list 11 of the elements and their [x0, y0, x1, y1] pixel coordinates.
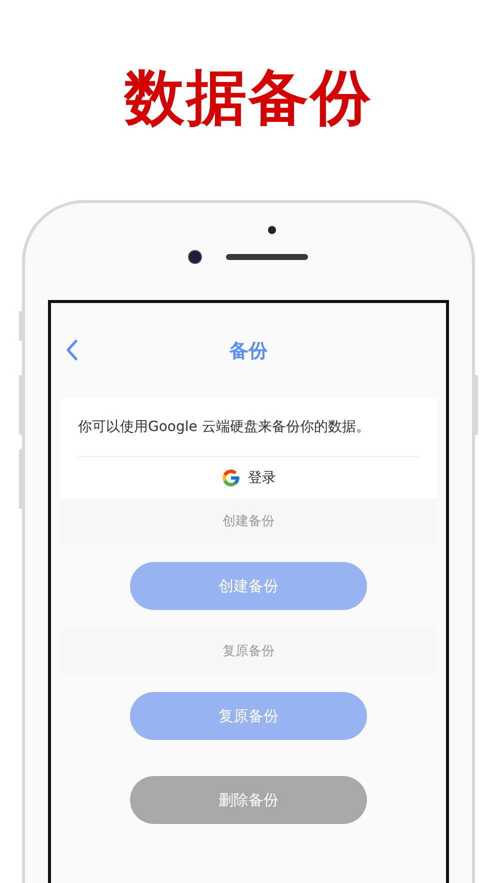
sensor-icon [268, 226, 276, 234]
section-label: 复原备份 [222, 643, 274, 660]
speaker-icon [226, 254, 308, 260]
headline: 数据备份 [122, 62, 374, 135]
google-icon [221, 468, 241, 488]
chevron-left-icon [65, 339, 79, 361]
screen-title: 备份 [230, 338, 268, 364]
google-login-button[interactable]: 登录 [78, 457, 419, 498]
backup-message: 你可以使用Google 云端硬盘来备份你的数据。 [78, 418, 371, 437]
camera-icon [188, 250, 202, 264]
section-label: 创建备份 [222, 513, 274, 530]
